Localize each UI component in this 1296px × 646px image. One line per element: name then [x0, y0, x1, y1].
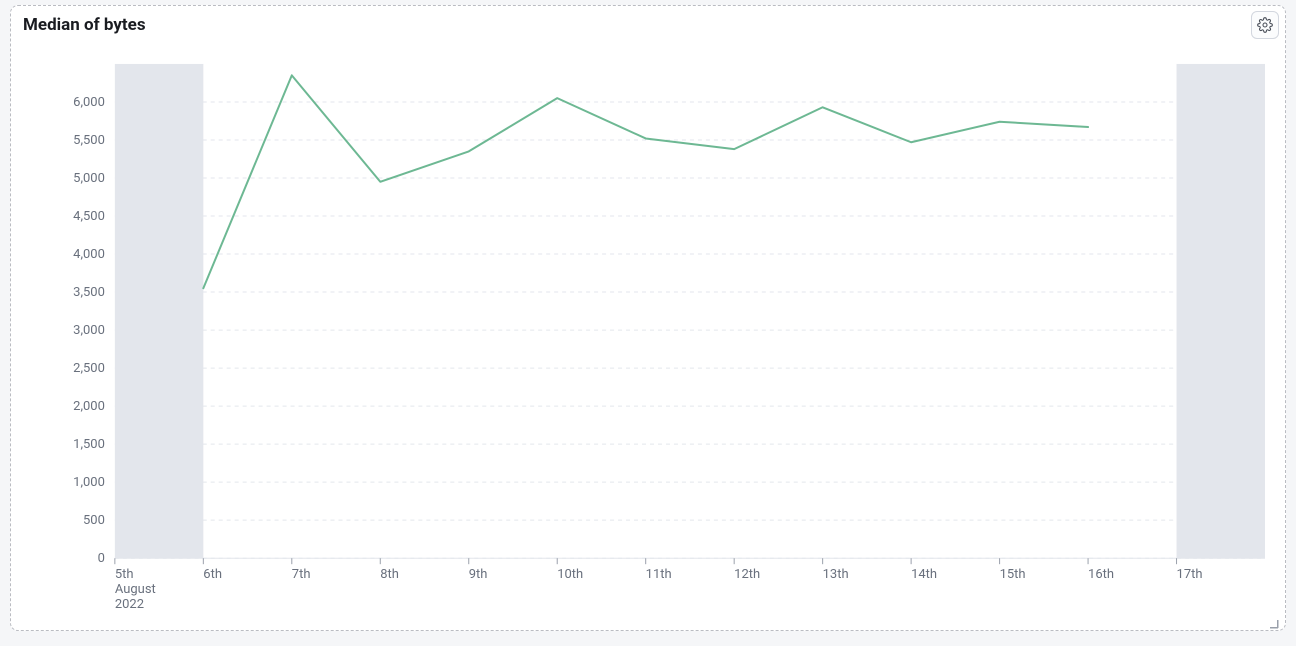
x-tick-label: 8th	[380, 567, 399, 582]
chart-panel: Median of bytes 0 500 1,000 1,500 2,000 2,500…	[10, 5, 1286, 631]
y-tick-label: 2,500	[73, 361, 105, 376]
chart-plot-area[interactable]: 0 500 1,000 1,500 2,000 2,500 3,000 3,500 4,000 4…	[23, 46, 1273, 616]
y-tick-label: 4,500	[73, 209, 105, 224]
series-line	[203, 75, 1088, 288]
x-tick-label: 5thAugust2022	[115, 567, 156, 612]
y-tick-label: 500	[83, 513, 105, 528]
line-chart-svg: 0 500 1,000 1,500 2,000 2,500 3,000 3,500 4,000 4…	[23, 46, 1273, 616]
y-tick-label: 3,000	[73, 323, 105, 338]
x-tick-label: 17th	[1177, 567, 1203, 582]
shaded-range	[1177, 64, 1265, 558]
y-tick-label: 5,000	[73, 171, 105, 186]
x-tick-label: 6th	[203, 567, 222, 582]
x-tick-label: 9th	[469, 567, 488, 582]
y-tick-label: 0	[98, 551, 105, 566]
x-tick-label: 11th	[646, 567, 672, 582]
y-tick-label: 5,500	[73, 133, 105, 148]
y-tick-label: 3,500	[73, 285, 105, 300]
x-tick-label: 10th	[557, 567, 583, 582]
panel-settings-button[interactable]	[1251, 11, 1279, 39]
y-tick-label: 2,000	[73, 399, 105, 414]
panel-title: Median of bytes	[23, 14, 1241, 36]
x-tick-label: 14th	[911, 567, 937, 582]
x-tick-label: 16th	[1088, 567, 1114, 582]
y-tick-label: 6,000	[73, 95, 105, 110]
x-tick-label: 13th	[823, 567, 849, 582]
x-tick-label: 7th	[292, 567, 311, 582]
y-tick-label: 4,000	[73, 247, 105, 262]
gear-icon	[1257, 17, 1273, 33]
panel-resize-handle[interactable]	[1267, 614, 1279, 626]
y-tick-label: 1,500	[73, 437, 105, 452]
y-tick-label: 1,000	[73, 475, 105, 490]
x-tick-label: 15th	[1000, 567, 1026, 582]
x-tick-label: 12th	[734, 567, 760, 582]
shaded-range	[115, 64, 203, 558]
